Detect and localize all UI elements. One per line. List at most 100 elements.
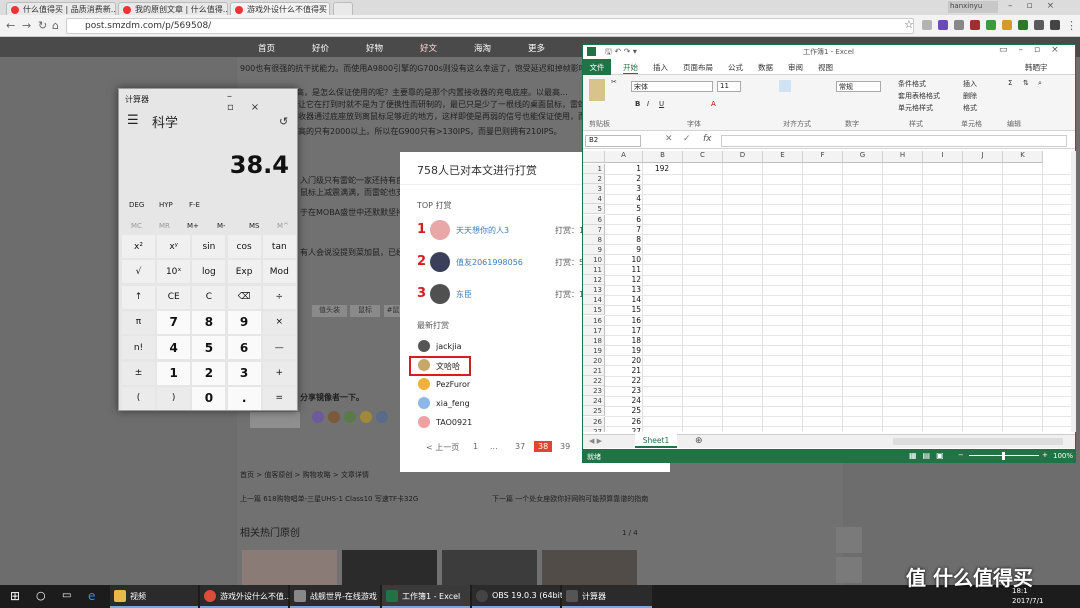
extension-icon[interactable] (1002, 20, 1012, 30)
log-key[interactable]: log (192, 260, 226, 284)
square-key[interactable]: x² (122, 235, 155, 258)
back-icon[interactable]: ← (6, 19, 15, 32)
extension-icon[interactable] (1050, 20, 1060, 30)
row-header[interactable]: 23 (583, 386, 605, 397)
cell[interactable]: 1 (605, 164, 643, 174)
cell-b1[interactable]: 192 (643, 164, 683, 174)
sin-key[interactable]: sin (192, 235, 226, 258)
row-header[interactable]: 26 (583, 416, 605, 427)
memory-recall[interactable]: MR (159, 222, 170, 230)
number-format-select[interactable]: 常规 (836, 81, 881, 92)
bookmark-star-icon[interactable]: ☆ (904, 18, 914, 31)
plus-key[interactable]: + (262, 361, 296, 385)
cell[interactable]: 3 (605, 184, 643, 194)
row-header[interactable]: 14 (583, 295, 605, 306)
digit-8-key[interactable]: 8 (192, 310, 226, 334)
row-header[interactable]: 15 (583, 305, 605, 316)
font-name-select[interactable]: 宋体 (631, 81, 713, 92)
backspace-key[interactable]: ⌫ (227, 285, 261, 309)
column-header[interactable]: D (723, 151, 763, 163)
formula-input[interactable] (721, 135, 1067, 147)
extension-icon[interactable] (938, 20, 948, 30)
zoom-in-icon[interactable]: + (1042, 451, 1048, 459)
row-header[interactable]: 16 (583, 315, 605, 326)
cell[interactable]: 5 (605, 204, 643, 214)
row-header[interactable]: 5 (583, 204, 605, 215)
row-header[interactable]: 25 (583, 406, 605, 417)
memory-add[interactable]: M+ (187, 222, 199, 230)
table-format-button[interactable]: 套用表格格式 (898, 91, 940, 101)
column-header[interactable]: H (883, 151, 923, 163)
extension-icon[interactable] (954, 20, 964, 30)
nav-goods[interactable]: 好物 (366, 42, 383, 54)
latest-user-name[interactable]: PezFuror (436, 380, 470, 389)
sqrt-key[interactable]: √ (122, 260, 155, 284)
cell[interactable]: 18 (605, 336, 643, 346)
sheet-nav-arrows[interactable]: ◀ ▶ (589, 437, 602, 445)
cell[interactable]: 17 (605, 326, 643, 336)
insert-cells-button[interactable]: 插入 (963, 79, 977, 89)
row-header[interactable]: 19 (583, 345, 605, 356)
related-pager[interactable]: 1 / 4 (622, 529, 638, 537)
function-icon[interactable]: fx (703, 134, 712, 144)
open-paren-key[interactable]: ( (122, 386, 155, 410)
row-header[interactable]: 11 (583, 265, 605, 275)
column-header[interactable]: G (843, 151, 883, 163)
factorial-key[interactable]: n! (122, 336, 155, 360)
column-header[interactable]: I (923, 151, 963, 163)
tab-review[interactable]: 审阅 (788, 62, 803, 73)
cell[interactable]: 26 (605, 417, 643, 427)
tab-home[interactable]: 开始 (623, 62, 638, 74)
related-thumbnail[interactable] (242, 550, 337, 585)
cell[interactable]: 16 (605, 316, 643, 326)
clock-date[interactable]: 2017/7/1 (1012, 597, 1043, 605)
tan-key[interactable]: tan (262, 235, 296, 258)
name-box[interactable]: B2 (585, 135, 641, 147)
scroll-top-button[interactable] (836, 527, 862, 553)
divide-key[interactable]: ÷ (262, 285, 296, 309)
row-header[interactable]: 8 (583, 234, 605, 245)
paste-icon[interactable] (589, 79, 605, 101)
row-header[interactable]: 18 (583, 335, 605, 346)
cell[interactable]: 11 (605, 265, 643, 275)
digit-1-key[interactable]: 1 (157, 361, 191, 385)
close-tab-icon[interactable]: × (216, 3, 223, 12)
avatar[interactable] (430, 220, 450, 240)
digit-7-key[interactable]: 7 (157, 310, 191, 334)
zoom-out-icon[interactable]: − (958, 451, 964, 459)
next-article-link[interactable]: 下一篇 一个处女座欧你好网购可能预算靠谱的指南 (492, 494, 648, 504)
digit-2-key[interactable]: 2 (192, 361, 226, 385)
avatar[interactable] (360, 411, 372, 423)
cell[interactable]: 22 (605, 376, 643, 386)
row-header[interactable]: 6 (583, 214, 605, 225)
digit-6-key[interactable]: 6 (227, 336, 261, 360)
exp-key[interactable]: Exp (227, 260, 261, 284)
nav-overseas[interactable]: 海淘 (474, 42, 491, 54)
search-icon[interactable]: ○ (36, 589, 46, 602)
cell-styles-button[interactable]: 单元格样式 (898, 103, 933, 113)
browser-tab-3[interactable]: 游戏外设什么不值得买 ... × (230, 2, 330, 15)
hyperbolic-toggle[interactable]: HYP (159, 201, 173, 209)
close-tab-icon[interactable]: × (104, 3, 111, 12)
conditional-format-button[interactable]: 条件格式 (898, 79, 926, 89)
horizontal-scrollbar[interactable] (893, 438, 1063, 445)
cut-icon[interactable]: ✂ (611, 78, 617, 86)
decimal-key[interactable]: . (227, 386, 261, 410)
confirm-icon[interactable]: ✓ (683, 134, 691, 144)
pi-key[interactable]: π (122, 310, 155, 334)
cell[interactable]: 8 (605, 235, 643, 245)
edge-icon[interactable]: e (88, 589, 95, 603)
autosum-icon[interactable]: Σ (1008, 79, 1012, 87)
add-sheet-icon[interactable]: ⊕ (695, 436, 703, 446)
history-icon[interactable]: ↺ (279, 115, 288, 128)
multiply-key[interactable]: × (262, 310, 296, 334)
power-key[interactable]: xʸ (157, 235, 191, 258)
breadcrumb[interactable]: 首页 > 值客原创 > 购物攻略 > 文章详情 (240, 470, 369, 480)
browser-tab-1[interactable]: 什么值得买 | 品质消费新... × (6, 2, 116, 15)
prev-article-link[interactable]: 上一篇 618购物唱单-三星UHS-1 Class10 写速TF卡32G (240, 494, 418, 504)
cell[interactable]: 2 (605, 174, 643, 184)
top-user-name[interactable]: 东臣 (456, 289, 472, 300)
avatar[interactable] (328, 411, 340, 423)
cos-key[interactable]: cos (227, 235, 261, 258)
profile-badge[interactable]: hanxinyu (948, 1, 998, 13)
